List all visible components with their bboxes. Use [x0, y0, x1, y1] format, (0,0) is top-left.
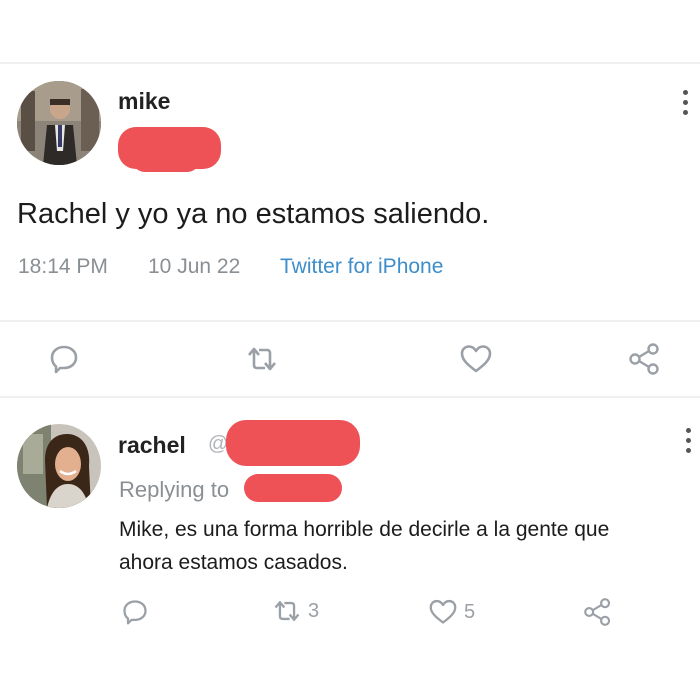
reply-button[interactable] — [48, 343, 80, 375]
tweet-source-link[interactable]: Twitter for iPhone — [280, 255, 443, 279]
more-options-icon[interactable] — [683, 90, 689, 120]
retweet-count: 3 — [308, 599, 320, 622]
reply-icon — [50, 345, 78, 374]
meta-divider — [0, 320, 700, 322]
like-icon — [460, 345, 492, 373]
tweet-text: Rachel y yo ya no estamos saliendo. — [17, 198, 490, 230]
like-button[interactable] — [459, 343, 493, 375]
tweet-date: 10 Jun 22 — [148, 255, 241, 278]
reply-text-line-2: ahora estamos casados. — [119, 551, 348, 574]
reply-icon — [123, 600, 147, 625]
redacted-replying-to-handle — [244, 474, 342, 502]
reply-more-options-icon[interactable] — [686, 428, 692, 458]
reply-retweet-button[interactable]: 3 — [272, 598, 319, 624]
reply-reply-button[interactable] — [121, 598, 149, 626]
reply-like-button[interactable]: 5 — [428, 598, 475, 626]
retweet-button[interactable] — [245, 345, 279, 373]
share-button[interactable] — [628, 342, 662, 376]
redacted-handle-part — [132, 146, 200, 172]
reply-share-button[interactable] — [583, 597, 613, 627]
reply-author-name[interactable]: rachel — [118, 432, 186, 459]
actions-divider — [0, 396, 700, 398]
reply-text-line-1: Mike, es una forma horrible de decirle a… — [119, 518, 610, 541]
retweet-icon — [248, 347, 276, 371]
tweet-time: 18:14 PM — [18, 255, 108, 278]
redacted-reply-handle — [226, 420, 360, 466]
retweet-icon — [274, 601, 300, 621]
tweet-author-name[interactable]: mike — [118, 88, 170, 115]
like-count: 5 — [464, 600, 476, 623]
share-icon — [629, 343, 659, 375]
share-icon — [584, 598, 611, 626]
replying-to-label: Replying to — [119, 477, 230, 502]
like-icon — [429, 599, 457, 624]
mike-avatar[interactable] — [17, 81, 101, 165]
rachel-avatar[interactable] — [17, 424, 101, 508]
top-divider — [0, 62, 700, 64]
